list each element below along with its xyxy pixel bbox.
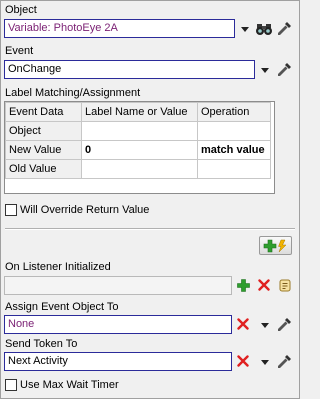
eyedropper-icon[interactable] xyxy=(275,61,292,78)
object-label: Object xyxy=(5,4,37,16)
event-dropdown-icon[interactable] xyxy=(259,64,271,76)
override-label: Will Override Return Value xyxy=(20,204,150,216)
operation-cell[interactable]: match value xyxy=(197,140,271,160)
value-cell[interactable] xyxy=(81,121,198,141)
table-header-row: Event Data Label Name or Value Operation xyxy=(5,102,271,122)
token-field[interactable]: Next Activity xyxy=(4,352,232,371)
delete-icon[interactable] xyxy=(236,317,250,331)
column-header: Event Data xyxy=(5,102,82,122)
object-field[interactable]: Variable: PhotoEye 2A xyxy=(4,19,235,38)
table-row: Old Value xyxy=(5,159,271,179)
override-checkbox[interactable] xyxy=(5,204,17,216)
listener-label: On Listener Initialized xyxy=(5,261,111,273)
assign-dropdown-icon[interactable] xyxy=(259,319,271,331)
add-icon[interactable] xyxy=(236,278,250,292)
table-row: Object xyxy=(5,121,271,141)
assign-field[interactable]: None xyxy=(4,315,232,334)
row-header: Old Value xyxy=(5,159,82,179)
token-label: Send Token To xyxy=(5,338,78,350)
assign-label: Assign Event Object To xyxy=(5,301,119,313)
object-dropdown-icon[interactable] xyxy=(239,23,251,35)
operation-cell[interactable] xyxy=(197,121,271,141)
event-label: Event xyxy=(5,45,34,57)
max-wait-checkbox[interactable] xyxy=(5,379,17,391)
delete-icon[interactable] xyxy=(257,278,271,292)
row-header: New Value xyxy=(5,140,82,160)
matching-table: Event Data Label Name or Value Operation… xyxy=(4,101,275,194)
event-field[interactable]: OnChange xyxy=(4,60,255,79)
token-dropdown-icon[interactable] xyxy=(259,356,271,368)
listener-field[interactable] xyxy=(4,276,232,295)
add-listener-button[interactable] xyxy=(259,236,292,255)
column-header: Operation xyxy=(197,102,271,122)
matching-label: Label Matching/Assignment xyxy=(5,87,141,99)
eyedropper-icon[interactable] xyxy=(275,20,292,37)
operation-cell[interactable] xyxy=(197,159,271,179)
column-header: Label Name or Value xyxy=(81,102,198,122)
value-cell[interactable]: 0 xyxy=(81,140,198,160)
eyedropper-icon[interactable] xyxy=(275,316,292,333)
delete-icon[interactable] xyxy=(236,354,250,368)
eyedropper-icon[interactable] xyxy=(275,353,292,370)
binoculars-icon[interactable] xyxy=(255,20,272,37)
row-header: Object xyxy=(5,121,82,141)
script-scroll-icon[interactable] xyxy=(277,277,293,293)
divider xyxy=(5,228,295,230)
table-row: New Value 0 match value xyxy=(5,140,271,160)
value-cell[interactable] xyxy=(81,159,198,179)
max-wait-label: Use Max Wait Timer xyxy=(20,379,119,391)
